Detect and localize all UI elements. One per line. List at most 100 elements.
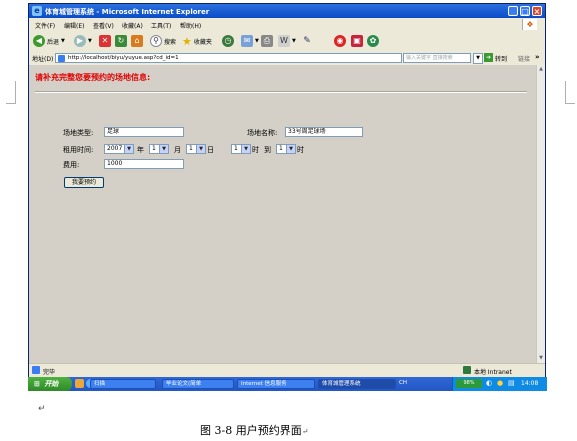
menu-bar: 文件(F) 编辑(E) 查看(V) 收藏(A) 工具(T) 帮助(H) ❖ bbox=[29, 18, 545, 32]
venue-name-label: 场地名称: bbox=[247, 129, 278, 137]
page-margin-right bbox=[565, 81, 575, 104]
zone-text: 本地 Intranet bbox=[474, 369, 512, 376]
fee-label: 费用: bbox=[63, 161, 80, 169]
hour-to-unit: 时 bbox=[297, 146, 304, 154]
toolbar-addon-1[interactable]: ◉ bbox=[334, 34, 346, 48]
toolbar-addon-3[interactable]: ✿ bbox=[367, 34, 379, 48]
year-unit: 年 bbox=[137, 146, 144, 154]
address-bar: 地址(D) http://localhost/biyu/yuyue.asp?cd… bbox=[29, 51, 545, 66]
paragraph-mark-icon: ↵ bbox=[301, 427, 309, 436]
star-icon: ★ bbox=[182, 34, 192, 48]
vertical-scrollbar[interactable]: ▲ ▼ bbox=[536, 65, 545, 363]
task-thesis[interactable]: 毕业论文(简单 bbox=[162, 379, 234, 389]
refresh-button[interactable]: ↻ bbox=[115, 34, 127, 48]
chevron-down-icon: ▼ bbox=[88, 38, 92, 44]
network-icon[interactable]: ▤ bbox=[508, 379, 515, 387]
quicklaunch-desktop-icon[interactable] bbox=[75, 379, 84, 388]
search-button[interactable]: ⚲ 搜索 bbox=[150, 34, 176, 48]
battery-indicator[interactable]: 98% bbox=[456, 379, 482, 388]
addon-green-icon: ✿ bbox=[367, 35, 379, 47]
back-button[interactable]: ◀ 后退 ▼ bbox=[33, 34, 65, 48]
forward-button[interactable]: ▶ ▼ bbox=[74, 34, 92, 48]
messenger-icon: ✎ bbox=[301, 35, 313, 47]
address-label: 地址(D) bbox=[32, 56, 54, 63]
messenger-button[interactable]: ✎ bbox=[301, 34, 313, 48]
chevron-down-icon: ▼ bbox=[255, 38, 259, 44]
hour-from-select[interactable]: 1 ▼ bbox=[231, 144, 251, 154]
search-box[interactable]: 输入关键字 直接搜索 bbox=[403, 53, 471, 63]
chevron-down-icon: ▼ bbox=[61, 38, 65, 44]
system-tray: 98% ◐ ● ▤ 14:08 bbox=[452, 377, 547, 391]
page-heading: 请补充完整您要预约的场地信息: bbox=[35, 73, 151, 82]
figure-caption: 图 3-8 用户预约界面↵ bbox=[200, 424, 309, 437]
title-bar: e 体育城管理系统 - Microsoft Internet Explorer … bbox=[29, 4, 545, 18]
windows-logo-icon: ❖ bbox=[522, 19, 537, 30]
links-label[interactable]: 链接 bbox=[518, 54, 530, 63]
favorites-label: 收藏夹 bbox=[193, 38, 212, 46]
edit-button[interactable]: W ▼ bbox=[278, 34, 296, 48]
close-button[interactable]: × bbox=[532, 6, 542, 16]
browser-window: e 体育城管理系统 - Microsoft Internet Explorer … bbox=[28, 3, 546, 377]
chevron-down-icon: ▼ bbox=[241, 145, 250, 153]
document-icon: W bbox=[278, 35, 290, 47]
year-select[interactable]: 2007 ▼ bbox=[104, 144, 134, 154]
tray-app-icon[interactable]: ● bbox=[497, 379, 503, 387]
hour-from-unit: 时 bbox=[252, 146, 259, 154]
addon-box-icon: ▣ bbox=[351, 35, 363, 47]
start-button[interactable]: ⊞ 开始 bbox=[28, 377, 72, 391]
to-label: 到 bbox=[264, 146, 271, 154]
month-unit: 月 bbox=[174, 146, 181, 154]
scroll-up-icon[interactable]: ▲ bbox=[537, 65, 545, 73]
mail-button[interactable]: ✉ ▼ bbox=[241, 34, 259, 48]
addon-red-icon: ◉ bbox=[334, 35, 346, 47]
task-iis[interactable]: Internet 信息服务 bbox=[237, 379, 315, 389]
venue-type-label: 场地类型: bbox=[63, 129, 94, 137]
go-arrow-icon: ➜ bbox=[484, 53, 493, 62]
paragraph-mark-icon: ↵ bbox=[38, 404, 46, 414]
day-select[interactable]: 1 ▼ bbox=[186, 144, 206, 154]
task-sports-system[interactable]: 体育城管理系统 bbox=[318, 379, 396, 389]
menu-edit[interactable]: 编辑(E) bbox=[64, 21, 84, 30]
home-button[interactable]: ⌂ bbox=[131, 34, 143, 48]
history-button[interactable]: ◷ bbox=[222, 34, 234, 48]
fee-input[interactable]: 1000 bbox=[104, 159, 184, 169]
stop-button[interactable]: ✕ bbox=[99, 34, 111, 48]
hour-to-select[interactable]: 1 ▼ bbox=[276, 144, 296, 154]
stop-icon: ✕ bbox=[99, 35, 111, 47]
back-arrow-icon: ◀ bbox=[33, 35, 45, 47]
minimize-button[interactable]: _ bbox=[508, 6, 518, 16]
intranet-icon bbox=[463, 366, 471, 374]
search-label: 搜索 bbox=[164, 38, 177, 46]
refresh-icon: ↻ bbox=[115, 35, 127, 47]
page-icon bbox=[58, 55, 65, 62]
task-scan[interactable]: 扫描 bbox=[90, 379, 156, 389]
favorites-button[interactable]: ★ 收藏夹 bbox=[182, 34, 212, 48]
mail-icon: ✉ bbox=[241, 35, 253, 47]
back-label: 后退 bbox=[47, 38, 60, 46]
speaker-icon[interactable]: ◐ bbox=[486, 379, 492, 387]
maximize-button[interactable]: □ bbox=[520, 6, 530, 16]
menu-view[interactable]: 查看(V) bbox=[93, 21, 114, 30]
chevron-down-icon: ▼ bbox=[286, 145, 295, 153]
reserve-button[interactable]: 我要预约 bbox=[64, 177, 104, 188]
menu-tools[interactable]: 工具(T) bbox=[151, 21, 171, 30]
toolbar-addon-2[interactable]: ▣ bbox=[351, 34, 363, 48]
menu-file[interactable]: 文件(F) bbox=[35, 21, 55, 30]
chevron-down-icon: ▼ bbox=[292, 38, 296, 44]
rent-time-label: 租用时间: bbox=[63, 146, 94, 154]
chevron-right-icon[interactable]: » bbox=[535, 53, 540, 61]
address-input[interactable]: http://localhost/biyu/yuyue.asp?cd_id=1 bbox=[55, 53, 402, 63]
venue-type-input[interactable]: 足球 bbox=[104, 127, 184, 137]
month-select[interactable]: 1 ▼ bbox=[149, 144, 169, 154]
status-bar: 完毕 本地 Intranet bbox=[29, 363, 545, 377]
language-indicator[interactable]: CH bbox=[399, 380, 407, 386]
venue-name-input[interactable]: 33号周足球场 bbox=[285, 127, 363, 137]
scroll-down-icon[interactable]: ▼ bbox=[537, 354, 545, 362]
search-icon: ⚲ bbox=[150, 35, 162, 47]
menu-favorites[interactable]: 收藏(A) bbox=[122, 21, 143, 30]
go-button[interactable]: 转到 bbox=[495, 54, 507, 63]
print-button[interactable]: ⎙ bbox=[261, 34, 273, 48]
menu-help[interactable]: 帮助(H) bbox=[180, 21, 201, 30]
address-dropdown[interactable]: ▼ bbox=[473, 53, 483, 64]
page-margin-left bbox=[6, 81, 16, 104]
